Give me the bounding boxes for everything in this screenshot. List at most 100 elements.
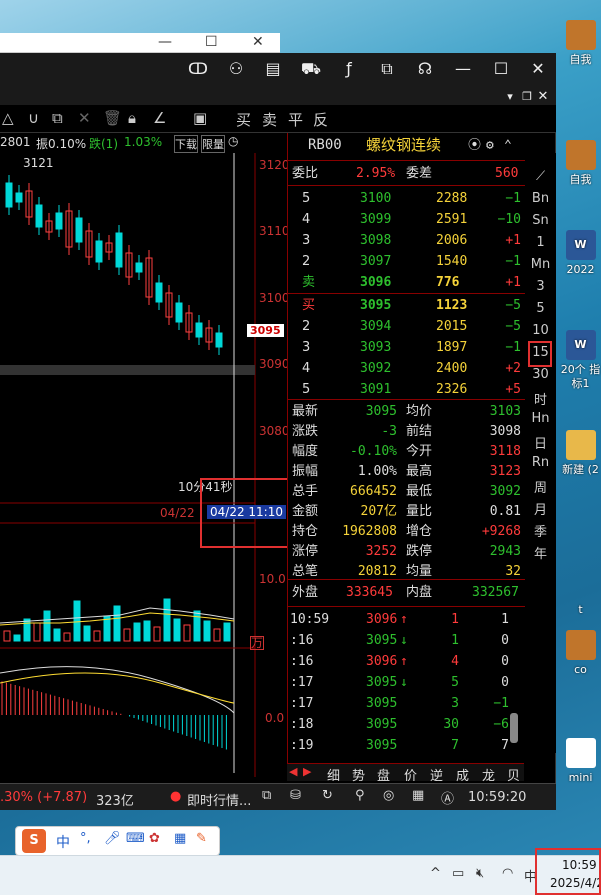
copy-icon[interactable]: ⧉: [52, 109, 63, 127]
bid-row[interactable]: 买 3095 1123 −5: [288, 295, 525, 316]
chat-icon[interactable]: ◎: [383, 788, 394, 803]
minimize-icon[interactable]: —: [158, 34, 172, 50]
trash-icon[interactable]: 🗑: [103, 109, 122, 127]
tab-trade[interactable]: 成: [456, 765, 469, 784]
tab-dragon[interactable]: 龙: [482, 765, 495, 784]
desktop-icon[interactable]: co: [560, 630, 601, 677]
settings-icon[interactable]: ⚙: [486, 135, 494, 156]
limit-button[interactable]: 限量: [201, 135, 225, 153]
delete-icon[interactable]: ✕: [78, 109, 91, 127]
maximize-icon[interactable]: ☐: [205, 34, 218, 50]
toolbox-icon[interactable]: ▦: [174, 831, 186, 846]
flat-button[interactable]: 平: [288, 109, 303, 130]
period-13[interactable]: 周: [525, 477, 556, 496]
period-16[interactable]: 年: [525, 543, 556, 562]
tick-row[interactable]: :19 3095 7 7: [288, 735, 525, 756]
desktop-icon[interactable]: 自我: [560, 140, 601, 187]
kline-chart[interactable]: [0, 153, 287, 777]
tick-row[interactable]: 10:59 3096 ↑ 1 1: [288, 609, 525, 630]
tick-row[interactable]: :17 3095 3 −1: [288, 693, 525, 714]
tab-book[interactable]: 盘: [377, 765, 390, 784]
desktop-icon[interactable]: W 2022: [560, 230, 601, 277]
period-8[interactable]: 30: [525, 367, 556, 382]
cart-icon[interactable]: ⛟: [300, 58, 322, 80]
skin-icon[interactable]: ✿: [149, 831, 160, 846]
mute-icon[interactable]: 🔇︎: [476, 866, 484, 881]
period-15[interactable]: 季: [525, 521, 556, 540]
period-4[interactable]: 3: [525, 279, 556, 294]
close-icon[interactable]: ✕: [527, 58, 549, 80]
period-1[interactable]: Sn: [525, 213, 556, 228]
bid-row[interactable]: 5 3091 2326 +5: [288, 379, 525, 400]
tab-price[interactable]: 价: [404, 765, 417, 784]
user-icon[interactable]: ⚇: [225, 58, 247, 80]
punctuation-icon[interactable]: °,: [80, 831, 91, 846]
period-3[interactable]: Mn: [525, 257, 556, 272]
rss-icon[interactable]: ↀ: [187, 58, 209, 80]
chinese-mode-icon[interactable]: 中: [56, 832, 70, 852]
period-0[interactable]: Bn: [525, 191, 556, 206]
document-icon[interactable]: ▤: [262, 58, 284, 80]
copy-icon[interactable]: ⧉: [376, 58, 398, 80]
refresh-icon[interactable]: ↻: [322, 788, 333, 803]
tab-trend[interactable]: 势: [352, 765, 365, 784]
desktop-icon[interactable]: 自我: [560, 20, 601, 67]
download-button[interactable]: 下载: [174, 135, 198, 153]
period-5[interactable]: 5: [525, 301, 556, 316]
bid-row[interactable]: 2 3094 2015 −5: [288, 316, 525, 337]
ask-row[interactable]: 卖 3096 776 +1: [288, 272, 525, 293]
period-9[interactable]: 时: [525, 389, 556, 408]
grid-icon[interactable]: ▦: [412, 788, 424, 803]
microphone-icon[interactable]: 🎤︎: [104, 831, 121, 846]
desktop-icon[interactable]: W 20个 指标1: [560, 330, 601, 391]
settings-icon[interactable]: ✎: [196, 831, 207, 846]
ask-row[interactable]: 5 3100 2288 −1: [288, 188, 525, 209]
tick-row[interactable]: :16 3096 ↑ 4 0: [288, 651, 525, 672]
tick-row[interactable]: :16 3095 ↓ 1 0: [288, 630, 525, 651]
sogou-logo-icon[interactable]: S: [22, 829, 46, 853]
sell-button[interactable]: 卖: [262, 109, 277, 130]
tab-detail[interactable]: 细: [327, 765, 340, 784]
line-chart-icon[interactable]: ⟋: [525, 169, 556, 184]
period-10[interactable]: Hn: [525, 411, 556, 426]
magnet-icon[interactable]: ∪: [28, 109, 39, 127]
keyboard-icon[interactable]: ⌨: [126, 831, 145, 846]
news-ticker[interactable]: 即时行情...: [187, 790, 251, 809]
buy-button[interactable]: 买: [236, 109, 251, 130]
desktop-icon[interactable]: t: [560, 570, 601, 617]
desktop-icon[interactable]: 新建 (2: [560, 430, 601, 477]
period-11[interactable]: 日: [525, 433, 556, 452]
ask-row[interactable]: 4 3099 2591 −10: [288, 209, 525, 230]
copy-icon[interactable]: ⧉: [262, 788, 271, 803]
ai-icon[interactable]: Ⓐ: [441, 788, 454, 807]
database-icon[interactable]: ⛁: [290, 788, 301, 803]
bid-row[interactable]: 4 3092 2400 +2: [288, 358, 525, 379]
lock-icon[interactable]: 🔒︎: [128, 109, 136, 127]
draw-line-icon[interactable]: ∠: [153, 109, 166, 127]
pin-icon[interactable]: ⚲: [355, 788, 365, 803]
news-icon[interactable]: ●: [170, 789, 181, 804]
reverse-button[interactable]: 反: [313, 109, 328, 130]
desktop-icon[interactable]: mini: [560, 738, 601, 785]
ime-toolbar[interactable]: S 中 °, 🎤︎ ⌨ ✿ ▦ ✎: [15, 826, 220, 856]
save-icon[interactable]: ▣: [193, 109, 207, 127]
tick-row[interactable]: :17 3095 ↓ 5 0: [288, 672, 525, 693]
scrollbar-thumb[interactable]: [510, 713, 518, 743]
tick-row[interactable]: :18 3095 30 −6: [288, 714, 525, 735]
close-icon[interactable]: ✕: [252, 34, 264, 50]
period-2[interactable]: 1: [525, 235, 556, 250]
headset-icon[interactable]: ☊: [414, 58, 436, 80]
tray-expand-icon[interactable]: ^: [430, 866, 441, 881]
period-12[interactable]: Rn: [525, 455, 556, 470]
period-14[interactable]: 月: [525, 499, 556, 518]
background-window-titlebar[interactable]: — ☐ ✕: [0, 33, 280, 53]
formula-icon[interactable]: ƒ: [338, 58, 360, 80]
period-6[interactable]: 10: [525, 323, 556, 338]
tab-reverse[interactable]: 逆: [430, 765, 443, 784]
clock-icon[interactable]: ◷: [228, 134, 238, 148]
wifi-icon[interactable]: ◠: [502, 866, 513, 881]
bid-row[interactable]: 3 3093 1897 −1: [288, 337, 525, 358]
tab-next-icon[interactable]: ▶: [303, 765, 311, 778]
tab-more[interactable]: 贝: [507, 765, 520, 784]
collapse-icon[interactable]: ⌃: [504, 135, 512, 156]
